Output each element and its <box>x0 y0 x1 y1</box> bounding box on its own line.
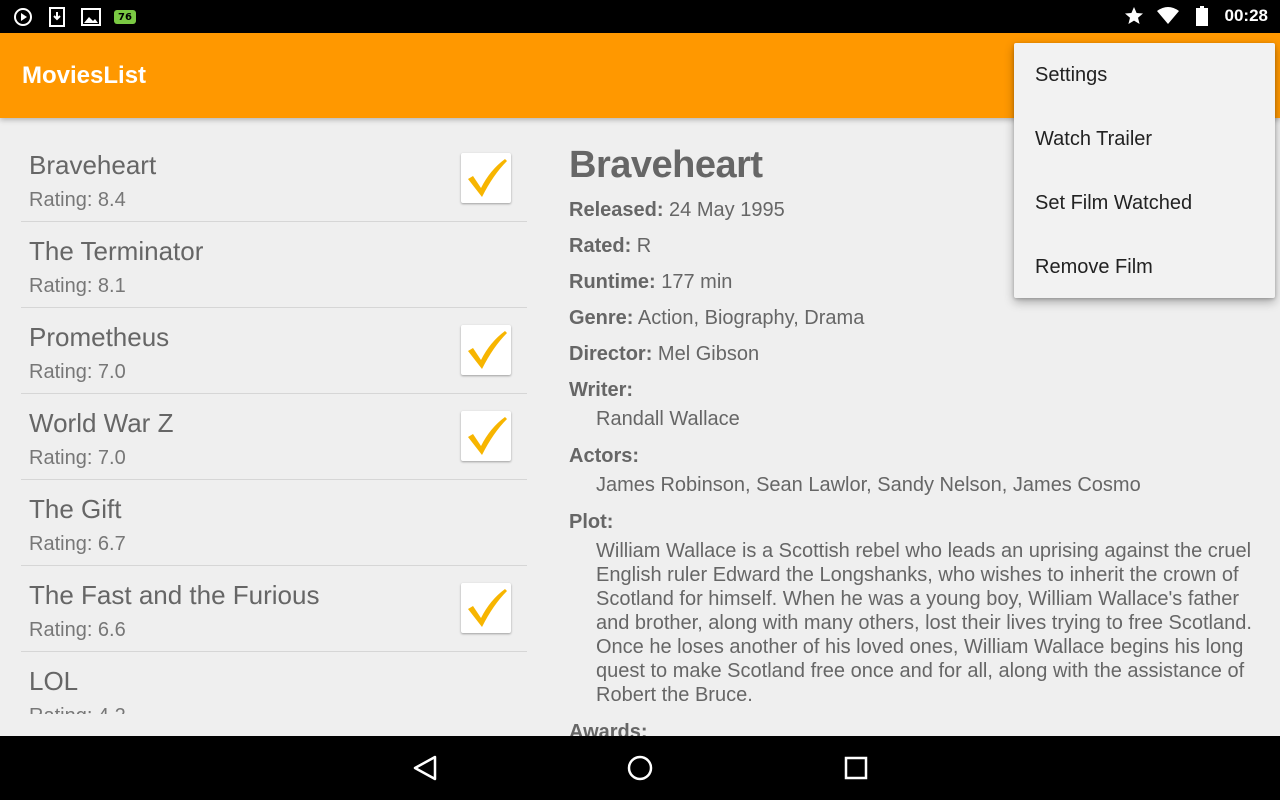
movie-rating: Rating: 6.7 <box>29 533 126 555</box>
movie-title: Prometheus <box>29 322 170 352</box>
wifi-icon <box>1156 5 1179 27</box>
status-time: 00:28 <box>1224 6 1268 25</box>
back-button[interactable] <box>409 752 441 784</box>
movie-list[interactable]: Braveheart Rating: 8.4 The Terminator Ra… <box>21 136 527 714</box>
plot-value: William Wallace is a Scottish rebel who … <box>596 540 1252 706</box>
movie-list-item[interactable]: World War Z Rating: 7.0 <box>21 394 527 480</box>
recents-icon <box>844 756 868 780</box>
movie-list-item[interactable]: Braveheart Rating: 8.4 <box>21 136 527 222</box>
movie-title: The Fast and the Furious <box>29 580 320 610</box>
actors-value: James Robinson, Sean Lawlor, Sandy Nelso… <box>596 474 1141 496</box>
menu-item-settings[interactable]: Settings <box>1014 43 1275 107</box>
download-icon <box>46 6 68 28</box>
app-title: MoviesList <box>22 62 147 89</box>
director-row: Director: Mel Gibson <box>569 343 760 365</box>
movie-rating: Rating: 8.1 <box>29 275 126 297</box>
movie-rating: Rating: 8.4 <box>29 189 126 211</box>
movie-list-item[interactable]: The Terminator Rating: 8.1 <box>21 222 527 308</box>
movie-rating: Rating: 7.0 <box>29 361 126 383</box>
image-icon <box>80 6 102 28</box>
movie-list-item[interactable]: The Fast and the Furious Rating: 6.6 <box>21 566 527 652</box>
movie-list-item[interactable]: Prometheus Rating: 7.0 <box>21 308 527 394</box>
movie-title: LOL <box>29 666 79 696</box>
movie-title: The Terminator <box>29 236 204 266</box>
movie-title: World War Z <box>29 408 174 438</box>
genre-row: Genre: Action, Biography, Drama <box>569 307 865 329</box>
actors-label: Actors: <box>569 445 640 467</box>
play-store-icon <box>12 6 34 28</box>
star-icon <box>1123 5 1145 27</box>
watched-checkbox[interactable] <box>461 411 511 461</box>
check-icon <box>468 331 507 369</box>
movie-rating: Rating: 4.2 <box>29 705 126 714</box>
movie-rating: Rating: 6.6 <box>29 619 126 641</box>
writer-label: Writer: <box>569 379 634 401</box>
movie-list-item[interactable]: The Gift Rating: 6.7 <box>21 480 527 566</box>
writer-value: Randall Wallace <box>596 408 740 430</box>
battery-icon <box>1191 5 1213 27</box>
menu-item-set-film-watched[interactable]: Set Film Watched <box>1014 171 1275 235</box>
check-icon <box>468 159 507 197</box>
overflow-menu: Settings Watch Trailer Set Film Watched … <box>1014 43 1275 298</box>
menu-item-watch-trailer[interactable]: Watch Trailer <box>1014 107 1275 171</box>
check-icon <box>468 417 507 455</box>
awards-label: Awards: <box>569 721 648 736</box>
battery-saver-badge: 76 <box>114 10 136 24</box>
movie-list-item[interactable]: LOL Rating: 4.2 <box>21 652 527 714</box>
watched-checkbox[interactable] <box>461 583 511 633</box>
movie-title: The Gift <box>29 494 122 524</box>
recents-button[interactable] <box>840 752 872 784</box>
status-bar: 76 00:28 <box>0 0 1280 33</box>
movie-rating: Rating: 7.0 <box>29 447 126 469</box>
navigation-bar <box>0 736 1280 800</box>
menu-item-remove-film[interactable]: Remove Film <box>1014 235 1275 299</box>
check-icon <box>468 589 507 627</box>
back-icon <box>413 755 437 781</box>
movie-title: Braveheart <box>29 150 157 180</box>
watched-checkbox[interactable] <box>461 153 511 203</box>
watched-checkbox[interactable] <box>461 325 511 375</box>
home-button[interactable] <box>624 752 656 784</box>
home-icon <box>627 755 653 781</box>
plot-label: Plot: <box>569 511 614 533</box>
